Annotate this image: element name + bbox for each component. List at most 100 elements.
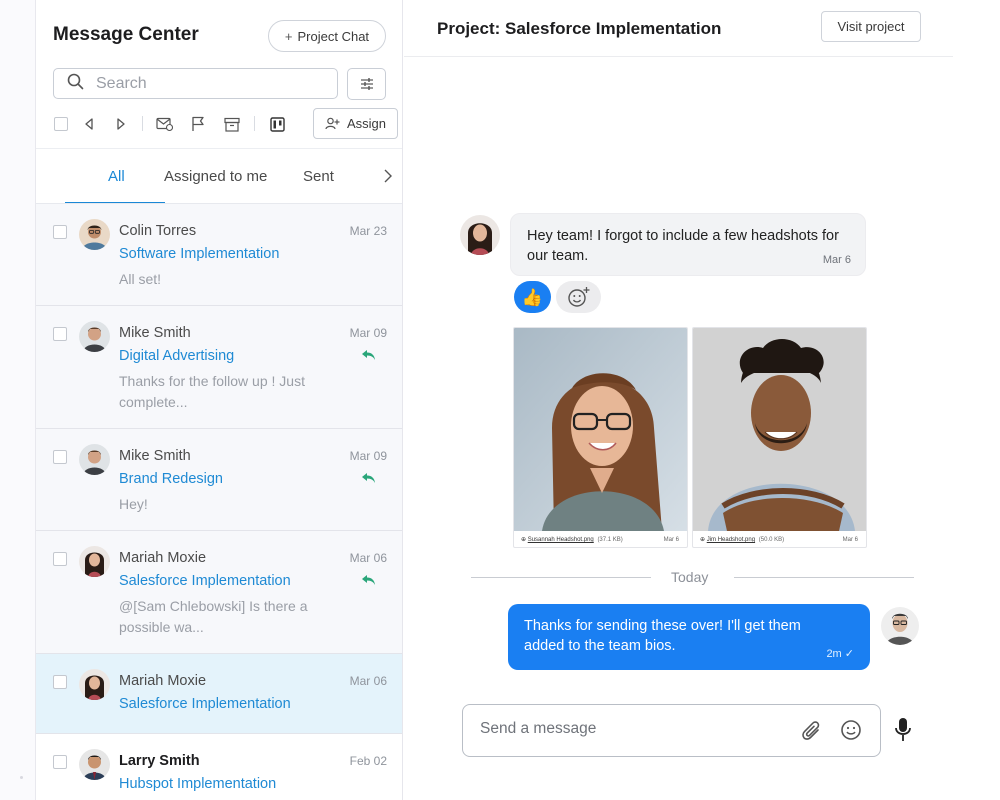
thread-project: Digital Advertising: [119, 348, 235, 364]
tab-all[interactable]: All: [108, 168, 125, 185]
thread-project: Hubspot Implementation: [119, 776, 277, 792]
assign-button[interactable]: Assign: [313, 108, 398, 139]
message-toolbar: Assign: [53, 108, 398, 140]
filter-button[interactable]: [347, 68, 386, 100]
thread-item-selected[interactable]: Mariah Moxie Mar 06 Salesforce Implement…: [36, 654, 402, 734]
attachment-filename[interactable]: Susannah Headshot.png: [528, 537, 594, 543]
conversation-header: Project: Salesforce Implementation Visit…: [404, 0, 953, 57]
add-emoji-icon: [567, 287, 589, 307]
sender-name: Mike Smith: [119, 325, 191, 341]
paperclip-icon[interactable]: [801, 719, 823, 748]
sliders-icon: [360, 78, 373, 90]
thread-checkbox[interactable]: [53, 225, 67, 239]
project-chat-label: Project Chat: [297, 28, 370, 44]
thread-checkbox[interactable]: [53, 552, 67, 566]
avatar: [79, 546, 110, 577]
left-gutter: [0, 0, 36, 800]
replied-icon: [361, 348, 376, 366]
download-icon[interactable]: ⊕: [521, 537, 526, 543]
thread-date: Mar 09: [349, 449, 387, 463]
thread-date: Mar 23: [349, 224, 387, 238]
attachment-caption: ⊕ Susannah Headshot.png (37.1 KB): [521, 536, 623, 543]
project-chat-button[interactable]: + Project Chat: [268, 20, 386, 52]
attachment-size: (37.1 KB): [597, 537, 623, 543]
search-box[interactable]: [53, 68, 338, 99]
thread-date: Feb 02: [349, 754, 387, 768]
sender-name: Mike Smith: [119, 448, 191, 464]
page-title: Message Center: [53, 24, 199, 45]
message-text: Thanks for sending these over! I'll get …: [524, 618, 801, 654]
thread-preview: All set!: [119, 271, 162, 287]
thread-date: Mar 06: [349, 551, 387, 565]
thumbs-up-reaction[interactable]: 👍: [514, 281, 551, 313]
flag-icon[interactable]: [186, 108, 210, 140]
search-icon: [67, 73, 84, 95]
incoming-message: Hey team! I forgot to include a few head…: [510, 213, 866, 276]
visit-project-button[interactable]: Visit project: [821, 11, 921, 42]
thread-checkbox[interactable]: [53, 755, 67, 769]
outgoing-message: Thanks for sending these over! I'll get …: [508, 604, 870, 670]
message-composer: [462, 704, 881, 757]
toolbar-divider: [142, 116, 143, 131]
thread-project: Salesforce Implementation: [119, 573, 291, 589]
image-attachment[interactable]: ⊕ Jim Headshot.png (50.0 KB) Mar 6: [692, 327, 867, 548]
sender-name: Colin Torres: [119, 223, 197, 239]
microphone-icon[interactable]: [893, 717, 913, 748]
divider: [471, 577, 651, 578]
mark-read-icon[interactable]: [152, 108, 176, 140]
date-divider-label: Today: [671, 569, 709, 585]
thread-checkbox[interactable]: [53, 450, 67, 464]
avatar: [79, 444, 110, 475]
attachment-caption: ⊕ Jim Headshot.png (50.0 KB): [700, 536, 784, 543]
plus-icon: +: [284, 28, 293, 44]
message-time: 2m ✓: [826, 648, 854, 660]
sender-name: Larry Smith: [119, 753, 200, 769]
avatar: [79, 749, 110, 780]
add-reaction-button[interactable]: [556, 281, 601, 313]
emoji-icon[interactable]: [840, 719, 862, 746]
next-icon[interactable]: [111, 108, 131, 140]
sender-name: Mariah Moxie: [119, 673, 207, 689]
thumbs-up-icon: 👍: [521, 287, 544, 307]
avatar: [79, 321, 110, 352]
assign-label: Assign: [346, 116, 387, 131]
thread-item[interactable]: Mike Smith Mar 09 Digital Advertising Th…: [36, 306, 402, 429]
message-center-sidebar: Message Center + Project Chat Search Ass…: [35, 0, 403, 800]
thread-preview: Hey!: [119, 496, 148, 512]
thread-project: Brand Redesign: [119, 471, 223, 487]
toolbar-divider: [254, 116, 255, 131]
replied-icon: [361, 573, 376, 591]
attachment-date: Mar 6: [842, 537, 858, 543]
board-icon[interactable]: [265, 108, 289, 140]
select-all-checkbox[interactable]: [53, 108, 69, 140]
thread-checkbox[interactable]: [53, 675, 67, 689]
download-icon[interactable]: ⊕: [700, 537, 705, 543]
search-input[interactable]: [96, 74, 316, 93]
avatar: [79, 219, 110, 250]
tab-assigned-to-me[interactable]: Assigned to me: [164, 168, 267, 185]
conversation-title: Project: Salesforce Implementation: [437, 19, 722, 38]
attachment-date: Mar 6: [663, 537, 679, 543]
thread-preview: Thanks for the follow up ! Just complete…: [119, 373, 305, 410]
thread-item[interactable]: Larry Smith Feb 02 Hubspot Implementatio…: [36, 734, 402, 800]
divider: [36, 148, 402, 149]
image-attachment[interactable]: ⊕ Susannah Headshot.png (37.1 KB) Mar 6: [513, 327, 688, 548]
archive-icon[interactable]: [220, 108, 244, 140]
attachment-filename[interactable]: Jim Headshot.png: [707, 537, 755, 543]
thread-item[interactable]: Mike Smith Mar 09 Brand Redesign Hey!: [36, 429, 402, 531]
thread-item[interactable]: Mariah Moxie Mar 06 Salesforce Implement…: [36, 531, 402, 654]
tab-sent[interactable]: Sent: [303, 168, 334, 185]
message-input[interactable]: [480, 720, 790, 738]
thread-date: Mar 09: [349, 326, 387, 340]
chevron-right-icon[interactable]: [383, 168, 393, 189]
avatar: [460, 215, 500, 255]
thread-project: Software Implementation: [119, 246, 280, 262]
sender-name: Mariah Moxie: [119, 550, 207, 566]
avatar: [79, 669, 110, 700]
message-time: Mar 6: [822, 254, 851, 266]
message-text: Hey team! I forgot to include a few head…: [527, 228, 839, 264]
previous-icon[interactable]: [79, 108, 99, 140]
thread-preview: @[Sam Chlebowski] Is there a possible wa…: [119, 598, 308, 635]
thread-checkbox[interactable]: [53, 327, 67, 341]
thread-item[interactable]: Colin Torres Mar 23 Software Implementat…: [36, 204, 402, 306]
